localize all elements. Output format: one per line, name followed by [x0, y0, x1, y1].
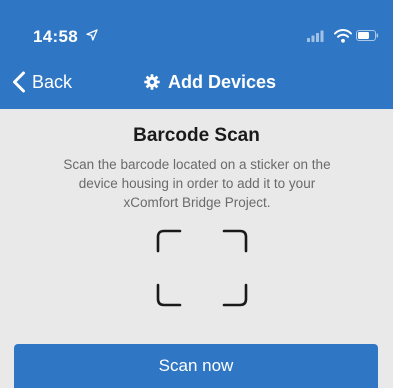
status-time: 14:58	[33, 27, 78, 46]
wifi-icon	[334, 29, 352, 43]
barcode-scan-panel: Barcode Scan Scan the barcode located on…	[0, 109, 393, 388]
back-button[interactable]: Back	[12, 65, 72, 99]
status-icons	[307, 29, 379, 43]
gear-icon	[144, 74, 160, 90]
section-title: Barcode Scan	[133, 125, 260, 146]
cellular-signal-icon	[307, 30, 324, 42]
status-bar: 14:58	[0, 0, 393, 58]
battery-icon	[356, 30, 379, 41]
app-header: 14:58 Back Add Devices	[0, 0, 393, 109]
back-button-label: Back	[32, 71, 73, 92]
navigation-bar: Back Add Devices	[0, 58, 393, 109]
scan-instructions: Scan the barcode located on a sticker on…	[63, 157, 331, 210]
page-title-text: Add Devices	[168, 71, 277, 92]
scan-frame-icon	[156, 229, 248, 307]
page-title: Add Devices	[144, 65, 276, 99]
scan-now-button[interactable]: Scan now	[14, 344, 378, 388]
location-arrow-icon	[86, 29, 98, 41]
chevron-left-icon	[13, 71, 25, 93]
